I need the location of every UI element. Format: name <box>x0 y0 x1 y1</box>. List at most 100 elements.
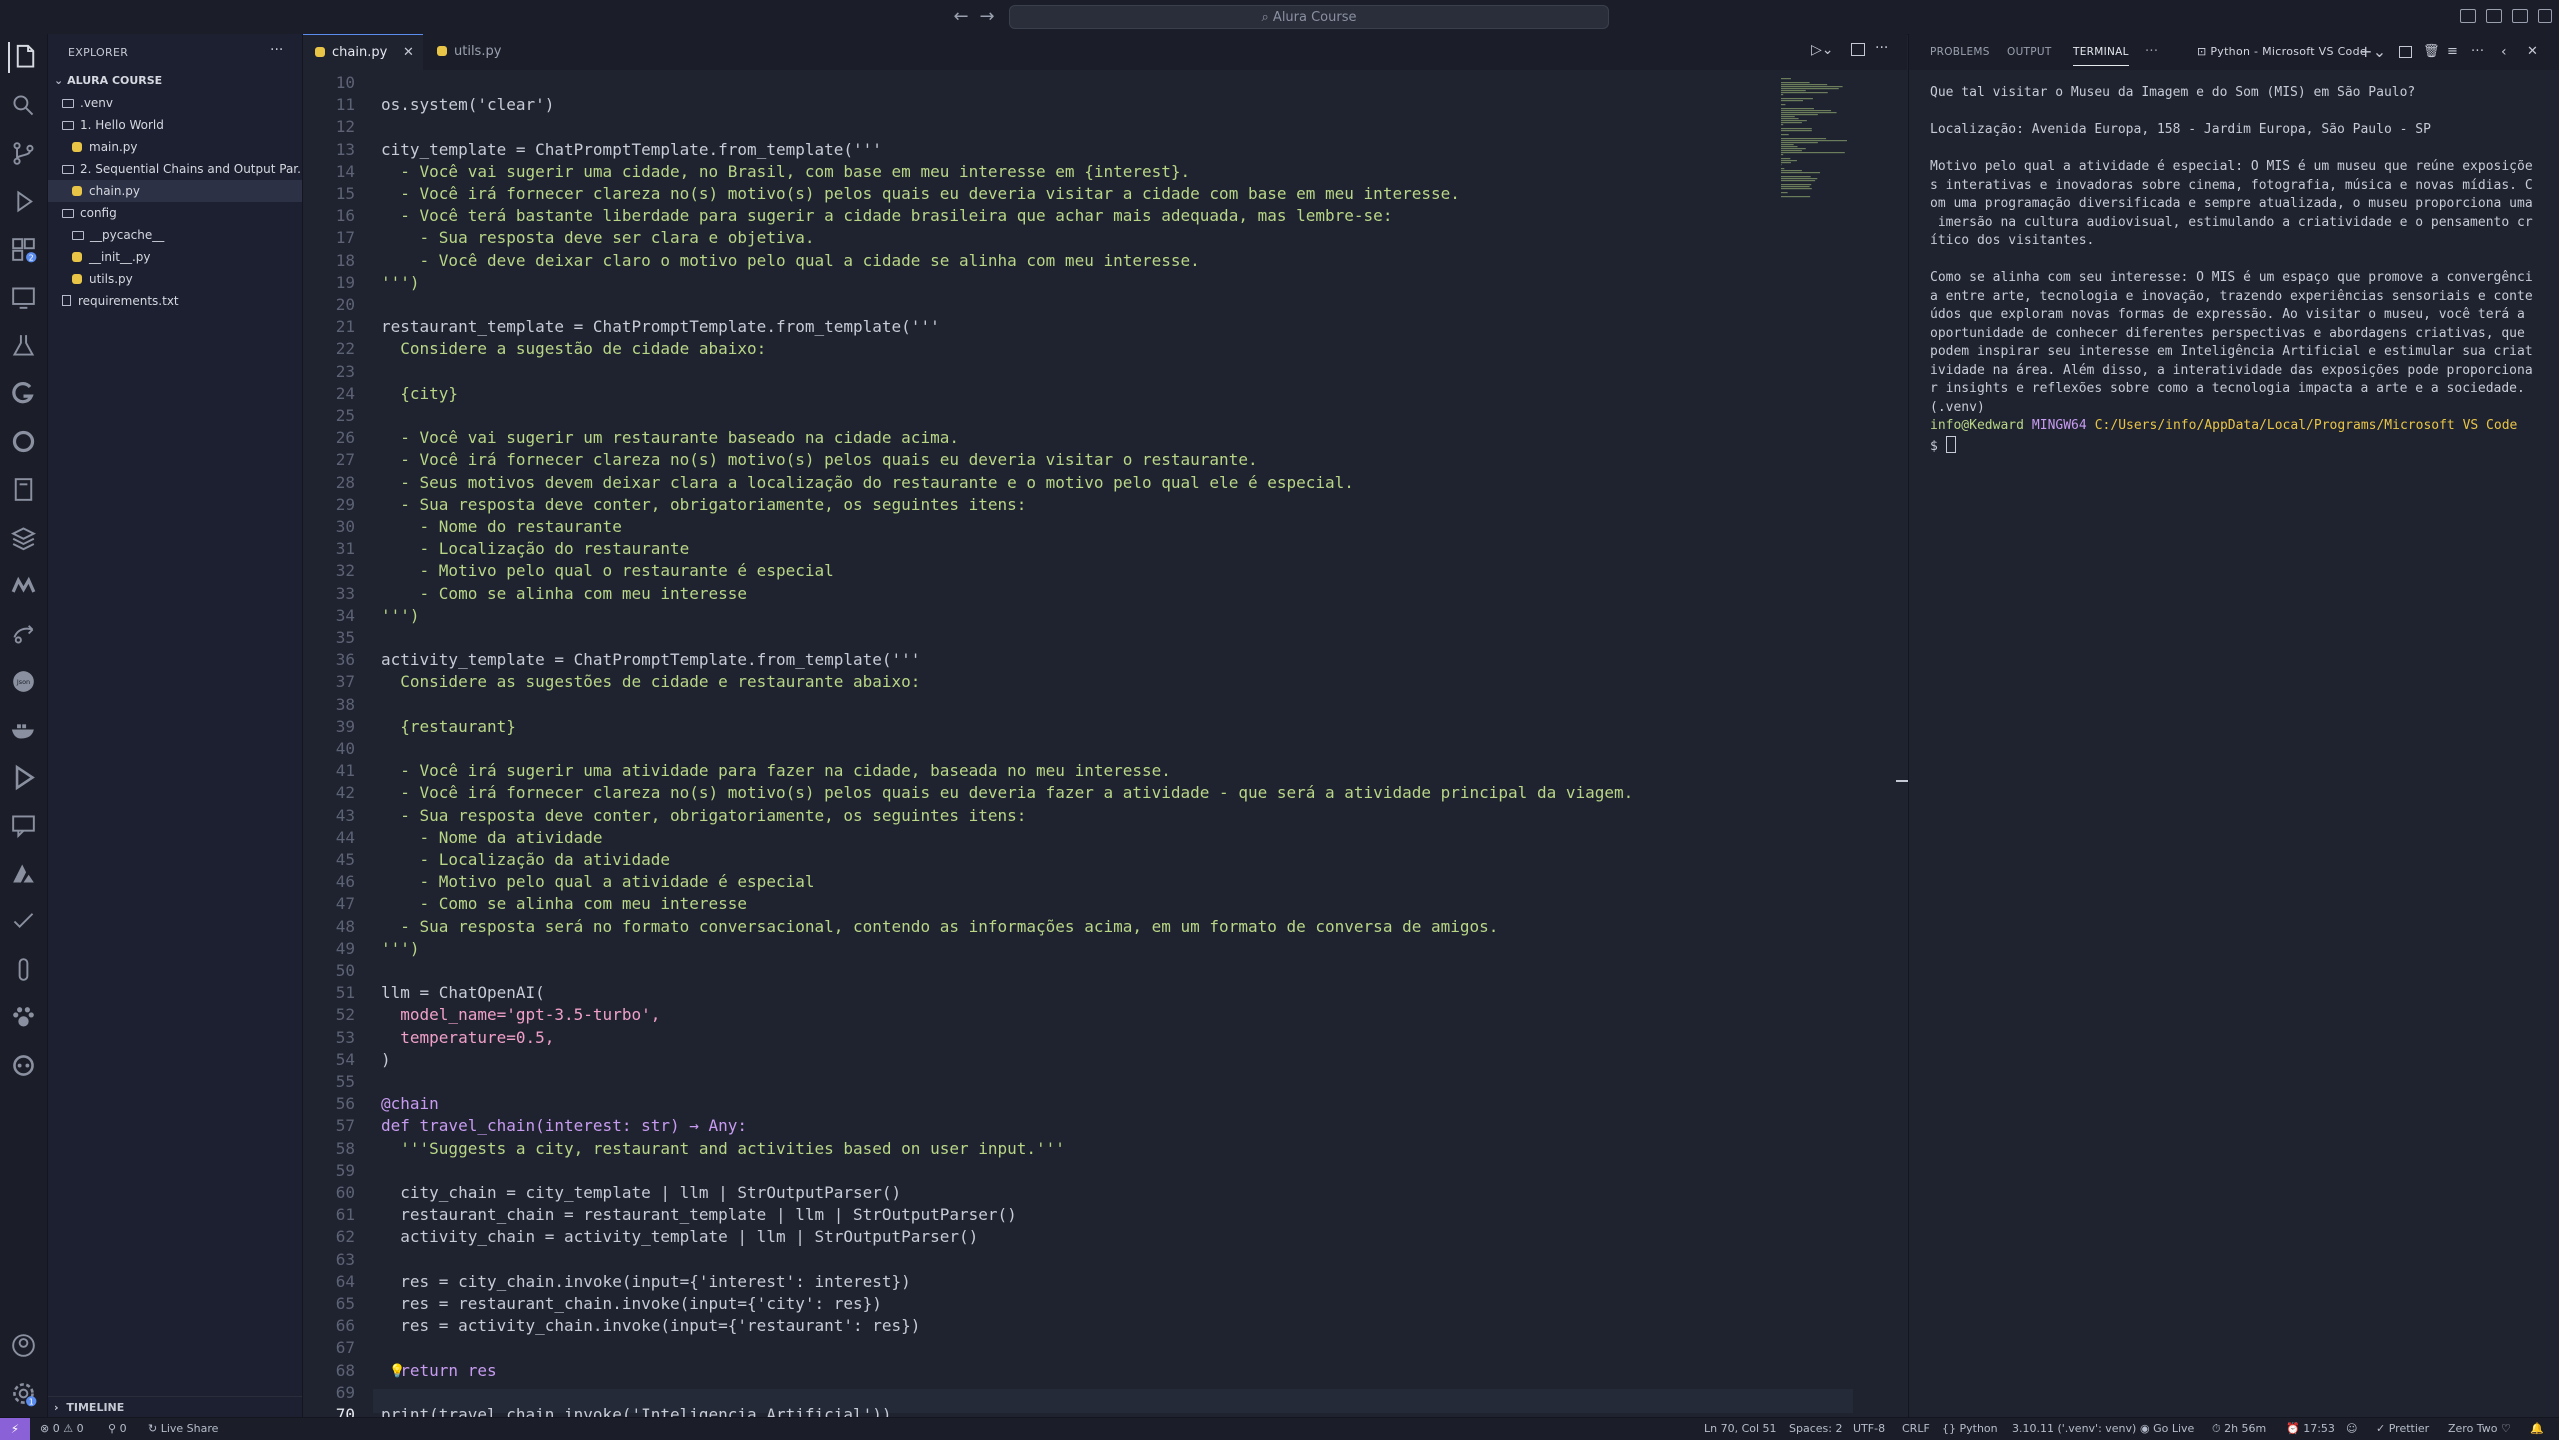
arrow-left-icon[interactable]: ← <box>950 6 972 28</box>
minimap[interactable] <box>1779 72 1899 212</box>
account-icon[interactable] <box>8 1330 39 1361</box>
prettier-status[interactable]: ✓ Prettier <box>2376 1418 2429 1440</box>
file-tree-item[interactable]: 2. Sequential Chains and Output Par... <box>48 158 302 180</box>
more-actions-icon[interactable]: ··· <box>270 42 283 58</box>
terminal-output[interactable]: Que tal visitar o Museu da Imagem e do S… <box>1930 84 2550 456</box>
ports-status[interactable]: ⚲ 0 <box>108 1418 127 1440</box>
minimap-line <box>1781 108 1814 110</box>
language-mode[interactable]: {} Python <box>1942 1418 1998 1440</box>
cursor-position[interactable]: Ln 70, Col 51 <box>1704 1418 1777 1440</box>
clear-icon[interactable]: ≡ <box>2447 34 2458 70</box>
file-tree-item[interactable]: utils.py <box>48 268 302 290</box>
line-number: 40 <box>335 739 355 758</box>
notebook-icon[interactable] <box>8 474 39 505</box>
testing-icon[interactable] <box>8 330 39 361</box>
source-control-icon[interactable] <box>8 138 39 169</box>
python-interpreter[interactable]: 3.10.11 ('.venv': venv) <box>2012 1418 2136 1440</box>
live-share-icon[interactable] <box>8 618 39 649</box>
terminal-selector[interactable]: ⊡ Python - Microsoft VS Code <box>2197 34 2367 70</box>
run-file-icon[interactable]: ▷⌄ <box>1811 42 1834 58</box>
customize-layout-icon[interactable] <box>2538 9 2552 23</box>
live-share-status[interactable]: ↻ Live Share <box>148 1418 218 1440</box>
file-tree-item[interactable]: requirements.txt <box>48 290 302 312</box>
more-actions-icon[interactable]: ··· <box>2145 34 2158 70</box>
tab-terminal[interactable]: TERMINAL <box>2073 39 2129 66</box>
search-icon[interactable] <box>8 90 39 121</box>
line-number: 27 <box>335 450 355 470</box>
extensions-icon[interactable]: 2 <box>8 234 39 265</box>
remote-indicator-icon[interactable]: ⚡ <box>0 1418 30 1440</box>
more-actions-icon[interactable]: ··· <box>1875 40 1888 56</box>
line-number: 39 <box>335 716 355 736</box>
more-actions-icon[interactable]: ··· <box>2471 34 2484 70</box>
todo-icon[interactable] <box>8 906 39 937</box>
file-tree-item[interactable]: 1. Hello World <box>48 114 302 136</box>
code-line: - Localização do restaurante <box>381 539 690 559</box>
minimap-line <box>1781 154 1784 156</box>
file-tree-item[interactable]: config <box>48 202 302 224</box>
encoding[interactable]: UTF-8 <box>1853 1418 1885 1440</box>
split-editor-icon[interactable] <box>1851 43 1865 56</box>
prettier-label: Prettier <box>2388 1422 2430 1435</box>
chat-icon[interactable] <box>8 810 39 841</box>
remote-explorer-icon[interactable] <box>8 282 39 313</box>
mongodb-icon[interactable] <box>8 570 39 601</box>
json-icon[interactable]: Json <box>8 666 39 697</box>
minimap-line <box>1781 120 1807 122</box>
code-line: ''') <box>381 938 420 958</box>
copilot-status-icon[interactable]: ☺ <box>2346 1418 2357 1440</box>
add-terminal-icon[interactable]: +⌄ <box>2359 34 2386 70</box>
problems-status[interactable]: ⊗ 0 ⚠ 0 <box>40 1418 84 1440</box>
line-number: 10 <box>335 73 355 92</box>
azure-icon[interactable] <box>8 858 39 889</box>
workspace-root[interactable]: ⌄ ALURA COURSE <box>48 70 308 92</box>
explorer-icon[interactable] <box>8 42 41 73</box>
split-terminal-icon[interactable] <box>2399 46 2412 58</box>
tab-output[interactable]: OUTPUT <box>2007 34 2052 70</box>
run-debug-icon[interactable] <box>8 186 39 217</box>
go-live-button[interactable]: ◉ Go Live <box>2140 1418 2194 1440</box>
file-tree-item[interactable]: __init__.py <box>48 246 302 268</box>
close-icon[interactable]: ✕ <box>2527 34 2538 70</box>
folder-icon <box>72 231 84 240</box>
command-center-search[interactable]: ⌕ Alura Course <box>1009 5 1609 29</box>
tab-problems[interactable]: PROBLEMS <box>1930 34 1990 70</box>
file-tree-item[interactable]: main.py <box>48 136 302 158</box>
chevron-left-icon[interactable]: ‹ <box>2501 34 2507 70</box>
notifications-icon[interactable]: 🔔 <box>2530 1418 2544 1440</box>
file-tree-item[interactable]: chain.py <box>48 180 302 202</box>
toggle-secondary-sidebar-icon[interactable] <box>2512 9 2528 23</box>
tab-chain-py[interactable]: chain.py ✕ <box>303 34 423 70</box>
gitlens-icon[interactable] <box>8 378 39 409</box>
file-tree-item[interactable]: .venv <box>48 92 302 114</box>
toggle-panel-icon[interactable] <box>2486 9 2502 23</box>
paw-icon[interactable] <box>8 1002 39 1033</box>
database-icon[interactable] <box>8 522 39 553</box>
toggle-sidebar-icon[interactable] <box>2460 9 2476 23</box>
postman-icon[interactable] <box>8 954 39 985</box>
edge-icon[interactable] <box>8 426 39 457</box>
timeline-section[interactable]: › TIMELINE <box>48 1396 302 1419</box>
lightbulb-icon[interactable]: 💡 <box>389 1364 405 1379</box>
line-number: 49 <box>335 938 355 958</box>
close-icon[interactable]: ✕ <box>403 35 414 71</box>
indentation[interactable]: Spaces: 2 <box>1789 1418 1842 1440</box>
line-ending[interactable]: CRLF <box>1902 1418 1930 1440</box>
docker-icon[interactable] <box>8 714 39 745</box>
clock-status[interactable]: ⏰ 17:53 <box>2286 1418 2335 1440</box>
theme-status[interactable]: Zero Two ♡ <box>2448 1418 2511 1440</box>
gear-icon[interactable]: 1 <box>8 1378 39 1409</box>
arrow-right-icon[interactable]: → <box>976 6 998 28</box>
code-line: - Motivo pelo qual o restaurante é espec… <box>381 561 834 581</box>
wakatime-status[interactable]: ⏱ 2h 56m <box>2212 1418 2266 1440</box>
run-icon[interactable] <box>8 762 39 793</box>
copilot-icon[interactable] <box>8 1050 39 1081</box>
code-editor[interactable]: 10 11 os.system('clear') 12 13 city_template … <box>303 70 1910 1424</box>
tab-utils-py[interactable]: utils.py <box>425 34 535 70</box>
code-line: city_chain = city_template | llm | StrOu… <box>381 1183 902 1202</box>
go-live-label: Go Live <box>2153 1422 2195 1435</box>
file-tree-item[interactable]: __pycache__ <box>48 224 302 246</box>
file-tree-label: .venv <box>80 96 114 110</box>
trash-icon[interactable]: 🗑 <box>2423 34 2440 70</box>
terminal-input-line[interactable]: $ <box>1930 435 2550 457</box>
